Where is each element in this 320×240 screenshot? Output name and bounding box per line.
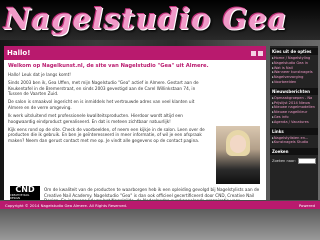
cnd-logo-subtext: CREATIVE NAIL DESIGN (10, 194, 30, 200)
print-icon[interactable] (251, 50, 256, 56)
sidebar: Kies uit de opties Home / Nagelstyling N… (270, 46, 318, 200)
paragraph: De salon is smaakvol ingericht en is inm… (8, 99, 195, 110)
news-title: Nieuwsberichten (270, 87, 318, 95)
paragraph: Sinds 2003 ben ik, Gea Uffen, met mijn N… (8, 80, 199, 97)
header-icons (251, 50, 263, 56)
email-icon[interactable] (258, 50, 263, 56)
links-title: Links (270, 127, 318, 135)
copyright-text: Copyright © 2014 Nagelstudio Gea Almere.… (5, 202, 128, 208)
search-label: Zoeken naar: (272, 159, 296, 164)
owner-portrait (216, 126, 260, 184)
site-logo[interactable]: Nagelstudio Gea (4, 2, 288, 36)
content-header: Hallo! (4, 46, 266, 60)
search-input[interactable] (297, 158, 316, 165)
link-item[interactable]: Kunstnagels Studio (272, 140, 316, 145)
paragraph: Kijk eens rond op de site. Check de voor… (8, 126, 205, 143)
powered-by-link[interactable]: Powered (299, 203, 315, 208)
search-form: Zoeken naar: (270, 155, 318, 167)
welcome-heading: Welkom op Nagelkunst.nl, de site van Nag… (8, 63, 209, 69)
menu-item-voorbeelden[interactable]: Voorbeelden (272, 80, 316, 85)
menu-title: Kies uit de opties (270, 48, 318, 55)
paragraph: Ik werk uitsluitend met professionele kw… (8, 113, 183, 124)
paragraph: Hallo! Leuk dat je langs komt! (8, 72, 71, 77)
main-menu: Home / Nagelstyling Nagelstudio Gea in W… (270, 55, 318, 86)
certification-paragraph: Om de kwaliteit van de producten te waar… (44, 187, 260, 200)
news-item[interactable]: Opmaakgroepen - Na (272, 96, 316, 101)
content-title: Hallo! (7, 49, 31, 57)
news-item[interactable]: Agenda / Vacatures (272, 120, 316, 125)
search-title: Zoeken (270, 148, 318, 156)
cnd-logo-text: CND (15, 185, 35, 194)
news-list: Opmaakgroepen - Na Prijslijst 2014 Nieuw… (270, 95, 318, 126)
main-content: Hallo! Welkom op Nagelkunst.nl, de site … (4, 46, 266, 200)
cnd-logo[interactable]: CND CREATIVE NAIL DESIGN (10, 186, 40, 200)
links-list: Nagelstylisten en... Kunstnagels Studio (270, 135, 318, 147)
footer: Copyright © 2014 Nagelstudio Gea Almere.… (0, 201, 320, 209)
